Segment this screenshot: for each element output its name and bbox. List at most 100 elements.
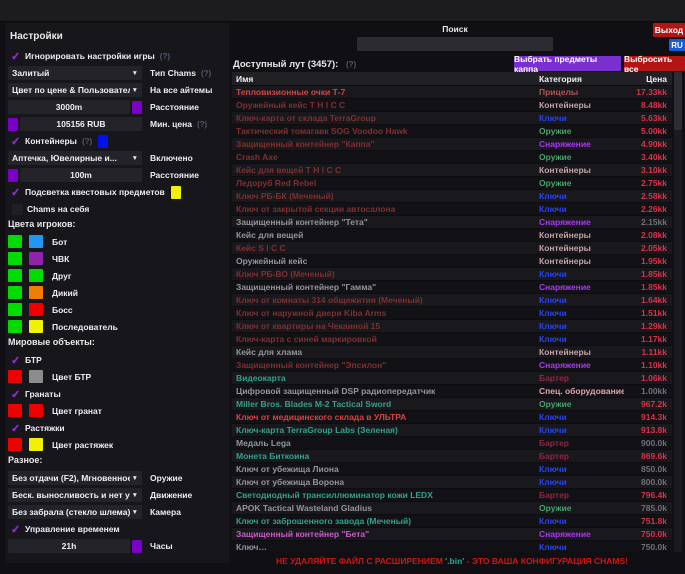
text-input[interactable]: 100m (20, 168, 142, 182)
language-button[interactable]: RU (669, 39, 685, 51)
color-swatch[interactable] (29, 320, 43, 333)
dropdown[interactable]: Залитый▼ (8, 66, 142, 80)
color-swatch[interactable] (8, 303, 22, 316)
loot-item-name: Ключ РБ-ВО (Меченый) (232, 269, 539, 279)
loot-row[interactable]: Ключ от убежища ЛионаКлючи850.0k (232, 463, 672, 476)
control-label: Мин. цена (150, 119, 192, 129)
color-swatch[interactable] (29, 235, 43, 248)
loot-row[interactable]: Светодиодный трансиллюминатор кожи LEDXБ… (232, 489, 672, 502)
exit-button[interactable]: Выход (653, 23, 685, 37)
loot-row[interactable]: Crash AxeОружие3.40kk (232, 151, 672, 164)
chevron-down-icon: ▼ (132, 475, 138, 482)
loot-row[interactable]: Цифровой защищенный DSP радиопередатчикС… (232, 385, 672, 398)
checkbox-checked-icon[interactable]: ✓ (8, 422, 25, 435)
loot-row[interactable]: Защищенный контейнер "Тета"Снаряжение2.1… (232, 216, 672, 229)
loot-row[interactable]: ВидеокартаБартер1.06kk (232, 372, 672, 385)
loot-row[interactable]: Тепловизионные очки Т-7Прицелы17.33kk (232, 86, 672, 99)
checkbox-checked-icon[interactable]: ✓ (8, 523, 25, 536)
loot-row[interactable]: Ледоруб Red RebelОружие2.75kk (232, 177, 672, 190)
loot-row[interactable]: Защищенный контейнер "Бета"Снаряжение750… (232, 528, 672, 541)
loot-row[interactable]: Тактический томагавк SOG Voodoo HawkОруж… (232, 125, 672, 138)
color-swatch[interactable] (29, 404, 43, 417)
drop-all-button[interactable]: Выбросить все (624, 56, 685, 71)
text-input[interactable]: 21h (8, 539, 130, 553)
loot-row[interactable]: Защищенный контейнер "Гамма"Снаряжение1.… (232, 281, 672, 294)
checkbox-checked-icon[interactable]: ✓ (8, 354, 25, 367)
loot-row[interactable]: Кейс для хламаКонтейнеры1.11kk (232, 346, 672, 359)
loot-row[interactable]: Кейс S I C CКонтейнеры2.05kk (232, 242, 672, 255)
color-swatch[interactable] (29, 252, 43, 265)
search-input[interactable] (357, 37, 553, 51)
checkbox-unchecked-icon[interactable] (12, 204, 23, 215)
loot-row[interactable]: Ключ…Ключи750.0k (232, 541, 672, 551)
loot-row[interactable]: Ключ от медицинского склада в УЛЬТРАКлюч… (232, 411, 672, 424)
loot-row[interactable]: Ключ от квартиры на Чеканной 15Ключи1.29… (232, 320, 672, 333)
color-swatch[interactable] (171, 186, 181, 199)
dropdown[interactable]: Беск. выносливость и нет уста▼ (8, 488, 142, 502)
color-swatch[interactable] (132, 540, 142, 553)
loot-row[interactable]: Ключ от наружной двери Kiba ArmsКлючи1.5… (232, 307, 672, 320)
scrollbar[interactable] (674, 72, 682, 552)
color-swatch[interactable] (132, 101, 142, 114)
color-swatch[interactable] (8, 320, 22, 333)
loot-row[interactable]: Ключ-карта от склада TerraGroupКлючи5.63… (232, 112, 672, 125)
loot-row[interactable]: Медаль LegaБартер900.0k (232, 437, 672, 450)
color-swatch[interactable] (29, 438, 43, 451)
loot-row[interactable]: Защищенный контейнер "Каппа"Снаряжение4.… (232, 138, 672, 151)
color-pair-row: ЧВК (8, 252, 229, 265)
color-pair-label: Друг (52, 271, 71, 281)
dropdown[interactable]: Без отдачи (F2), Мгновенное п▼ (8, 471, 142, 485)
loot-row[interactable]: Ключ от заброшенного завода (Меченый)Клю… (232, 515, 672, 528)
color-swatch[interactable] (29, 269, 43, 282)
color-swatch[interactable] (29, 286, 43, 299)
loot-row[interactable]: Ключ от комнаты 314 общежития (Меченый)К… (232, 294, 672, 307)
text-input[interactable]: 105156 RUB (20, 117, 142, 131)
column-header-price[interactable]: Цена (624, 74, 672, 84)
loot-item-category: Прицелы (539, 87, 624, 97)
color-swatch[interactable] (98, 135, 108, 148)
color-swatch[interactable] (8, 370, 22, 383)
loot-row[interactable]: Ключ РБ-БК (Меченый)Ключи2.58kk (232, 190, 672, 203)
loot-row[interactable]: Ключ РБ-ВО (Меченый)Ключи1.85kk (232, 268, 672, 281)
loot-item-name: Защищенный контейнер "Эпсилон" (232, 360, 539, 370)
loot-row[interactable]: Монета БиткоинаБартер869.6k (232, 450, 672, 463)
color-swatch[interactable] (29, 370, 43, 383)
dropdown[interactable]: Аптечка, Ювелирные и...▼ (8, 151, 142, 165)
select-kappa-items-button[interactable]: Выбрать предметы каппа (514, 56, 621, 71)
loot-row[interactable]: Miller Bros. Blades M-2 Tactical SwordОр… (232, 398, 672, 411)
column-header-name[interactable]: Имя (232, 74, 539, 84)
loot-row[interactable]: APOK Tactical Wasteland GladiusОружие785… (232, 502, 672, 515)
loot-row[interactable]: Оружейный кейсКонтейнеры1.95kk (232, 255, 672, 268)
column-header-category[interactable]: Категория (539, 74, 624, 84)
checkbox-checked-icon[interactable]: ✓ (8, 135, 25, 148)
color-swatch[interactable] (29, 303, 43, 316)
settings-section-header: Мировые объекты: (8, 337, 229, 349)
dropdown[interactable]: Цвет по цене & Пользователь▼ (8, 83, 142, 97)
loot-item-category: Бартер (539, 490, 624, 500)
color-swatch[interactable] (8, 169, 18, 182)
loot-row[interactable]: Защищенный контейнер "Эпсилон"Снаряжение… (232, 359, 672, 372)
loot-item-price: 751.8k (624, 516, 672, 526)
loot-row[interactable]: Ключ-карта TerraGroup Labs (Зеленая)Ключ… (232, 424, 672, 437)
color-swatch[interactable] (8, 438, 22, 451)
scrollbar-thumb[interactable] (674, 72, 682, 130)
color-swatch[interactable] (8, 252, 22, 265)
text-input[interactable]: 3000m (8, 100, 130, 114)
dropdown[interactable]: Без забрала (стекло шлема)▼ (8, 505, 142, 519)
checkbox-checked-icon[interactable]: ✓ (8, 50, 25, 63)
color-swatch[interactable] (8, 269, 22, 282)
color-swatch[interactable] (8, 404, 22, 417)
loot-row[interactable]: Ключ от убежища ВоронаКлючи800.0k (232, 476, 672, 489)
loot-row[interactable]: Ключ-карта с синей маркировкойКлючи1.17k… (232, 333, 672, 346)
loot-row[interactable]: Ключ от закрытой секции автосалонаКлючи2… (232, 203, 672, 216)
loot-row[interactable]: Оружейный кейс T H I C CКонтейнеры8.48kk (232, 99, 672, 112)
color-swatch[interactable] (8, 286, 22, 299)
loot-rows: Тепловизионные очки Т-7Прицелы17.33kkОру… (232, 86, 672, 551)
color-swatch[interactable] (8, 235, 22, 248)
loot-row[interactable]: Кейс для вещей T H I C CКонтейнеры3.10kk (232, 164, 672, 177)
settings-row: ✓Управление временем (8, 522, 229, 536)
loot-row[interactable]: Кейс для вещейКонтейнеры2.08kk (232, 229, 672, 242)
color-swatch[interactable] (8, 118, 18, 131)
checkbox-checked-icon[interactable]: ✓ (8, 186, 25, 199)
checkbox-checked-icon[interactable]: ✓ (8, 388, 25, 401)
